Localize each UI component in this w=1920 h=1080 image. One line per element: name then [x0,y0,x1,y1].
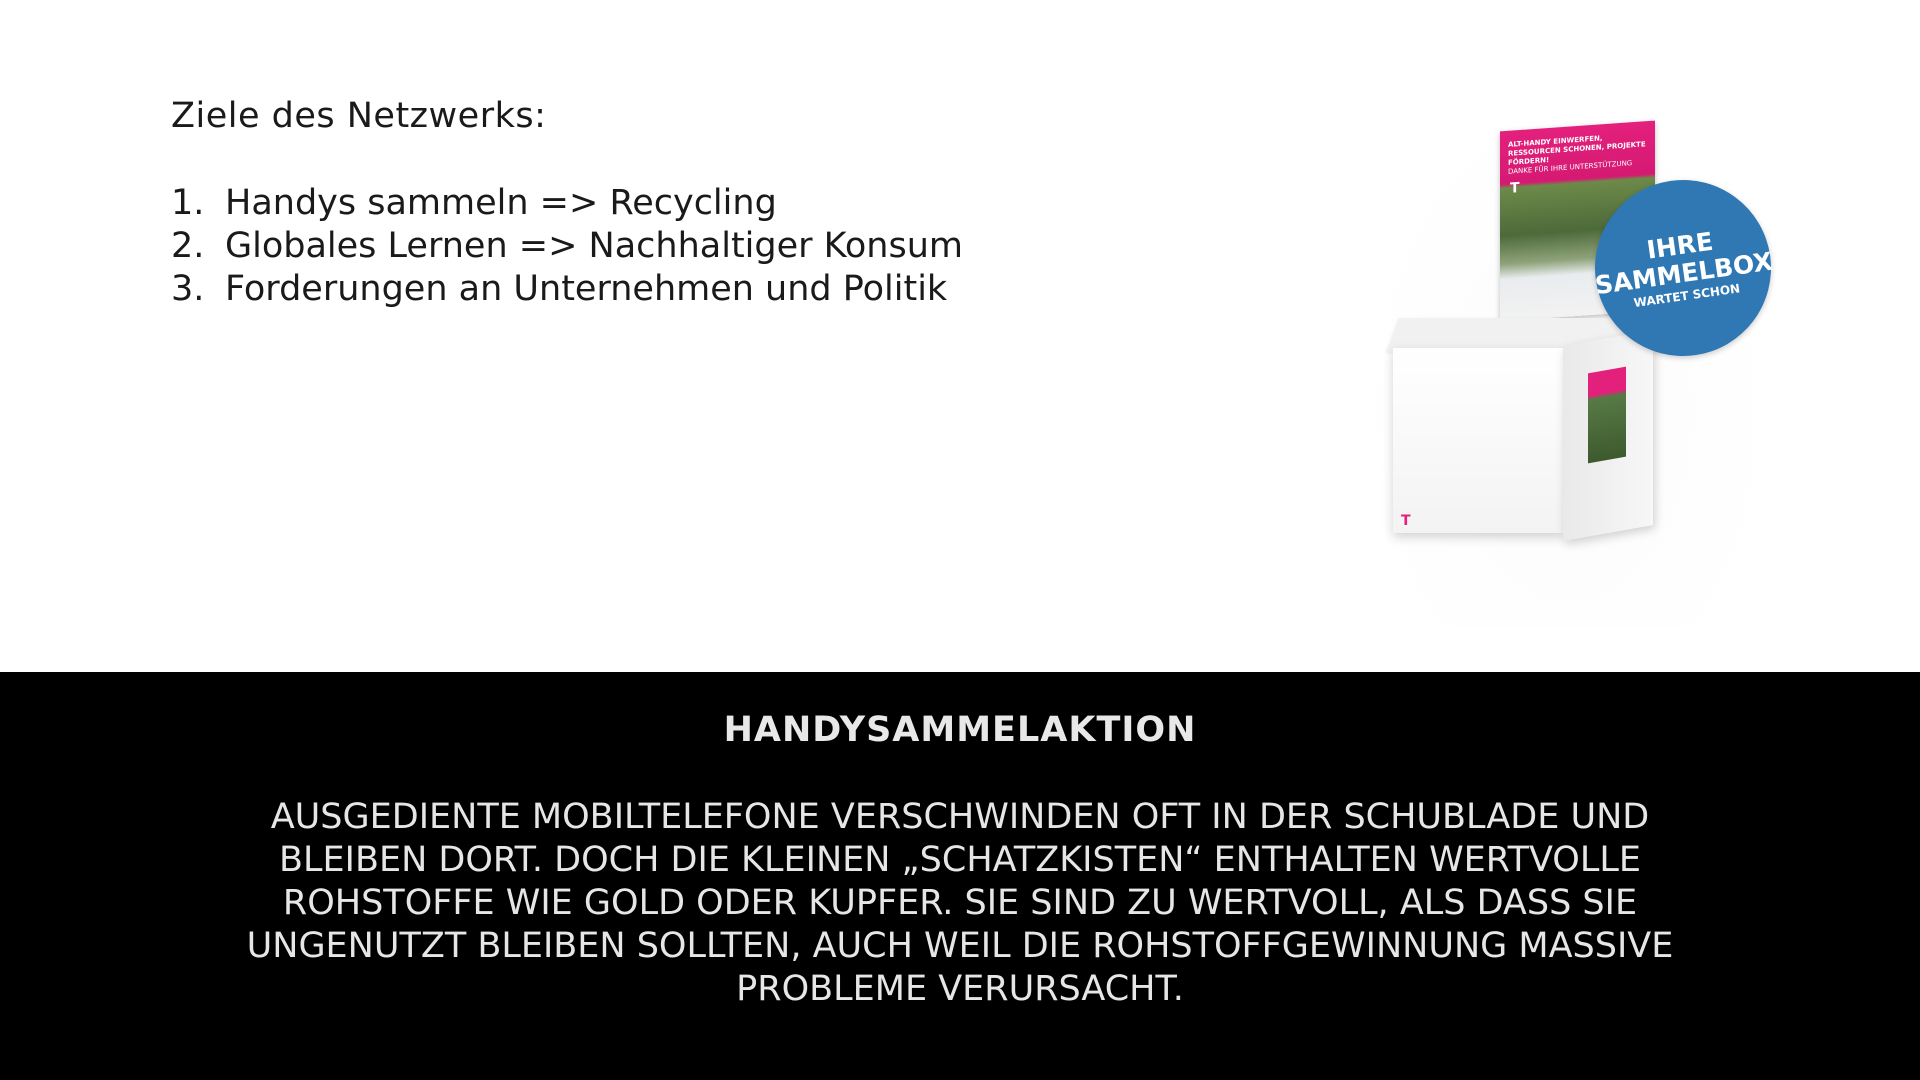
collection-box-image: ALT-HANDY EINWERFEN, RESSOURCEN SCHONEN,… [1358,86,1783,626]
collection-box: T [1386,318,1660,541]
goal-text: Globales Lernen => Nachhaltiger Konsum [225,226,963,266]
goal-item: 3. Forderungen an Unternehmen und Politik [171,268,963,311]
goal-item: 2. Globales Lernen => Nachhaltiger Konsum [171,225,963,268]
goal-text: Handys sammeln => Recycling [225,183,777,223]
telekom-logo: T [1510,180,1520,197]
slide-content: Ziele des Netzwerks: 1. Handys sammeln =>… [0,0,1920,672]
side-flyer [1588,366,1626,464]
goals-list: 1. Handys sammeln => Recycling 2. Globales… [171,182,963,311]
goal-item: 1. Handys sammeln => Recycling [171,182,963,225]
caption-bar: HANDYSAMMELAKTION AUSGEDIENTE MOBILTELEF… [0,672,1920,1080]
goal-number: 3. [171,269,205,309]
caption-title: HANDYSAMMELAKTION [723,710,1197,750]
box-front [1393,348,1563,533]
goal-number: 2. [171,226,205,266]
slide-heading: Ziele des Netzwerks: [171,96,547,136]
goal-text: Forderungen an Unternehmen und Politik [225,269,948,309]
caption-text: AUSGEDIENTE MOBILTELEFONE VERSCHWINDEN O… [246,797,1674,1009]
poster-text: ALT-HANDY EINWERFEN, RESSOURCEN SCHONEN,… [1508,134,1646,176]
goal-number: 1. [171,183,205,223]
box-logo: T [1401,513,1411,529]
